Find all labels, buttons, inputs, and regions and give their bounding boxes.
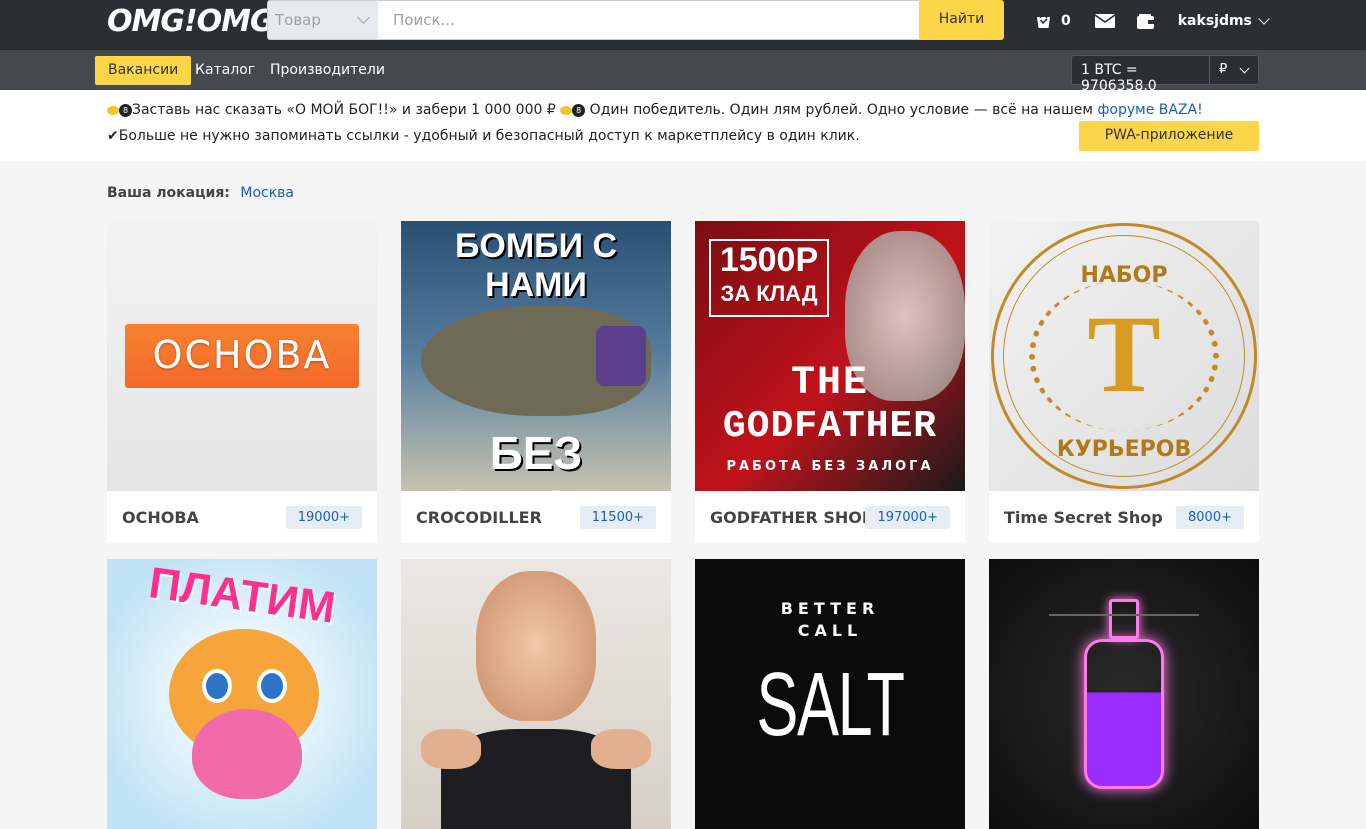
shop-image[interactable]	[989, 559, 1259, 829]
shop-name[interactable]: CROCODILLER	[416, 508, 542, 527]
nav-item-manufacturers[interactable]: Производители	[270, 56, 385, 85]
price-subtext: ЗА КЛАД	[720, 281, 818, 306]
announcement-line-1: 8 Заставь нас сказать «О МОЙ БОГ!!» и заб…	[107, 102, 1203, 118]
title-word-1: THE	[790, 361, 869, 406]
image-text-better: BETTER	[780, 599, 880, 618]
title-subtext: РАБОТА БЕЗ ЗАЛОГА	[726, 459, 934, 474]
location-label: Ваша локация:	[107, 185, 230, 201]
top-bar: OMG!OMG! Товар Поиск... Найти 0 kaksjdms	[0, 0, 1366, 50]
user-menu[interactable]: kaksjdms	[1178, 13, 1252, 29]
pwa-app-button[interactable]: PWA-приложение	[1079, 121, 1259, 151]
bottle-sparkle-line	[1049, 614, 1199, 616]
image-text-call: CALL	[797, 621, 863, 640]
shop-image[interactable]	[401, 559, 671, 829]
nav-bar: Вакансии Каталог Производители 1 BTC = 9…	[0, 50, 1366, 94]
shop-image[interactable]: БОМБИ С НАМИ БЕЗ ЗАЛОГА	[401, 221, 671, 491]
mail-icon[interactable]	[1094, 14, 1116, 28]
image-headline-top: БОМБИ С НАМИ	[454, 227, 618, 304]
cart-count: 0	[1061, 13, 1071, 29]
card-footer: ОСНОВА 19000+	[107, 491, 377, 543]
image-headline-bottom: БЕЗ ЗАЛОГА	[442, 427, 629, 491]
price-text: 1500Р	[719, 241, 819, 279]
announcement-banner: 8 Заставь нас сказать «О МОЙ БОГ!!» и заб…	[0, 90, 1366, 161]
shop-count-badge: 197000+	[865, 506, 950, 529]
lemon-icon	[560, 105, 573, 115]
wallet-icon[interactable]	[1136, 13, 1154, 29]
shop-card[interactable]: BETTER CALL SALT	[695, 559, 965, 829]
plane-engine-graphic	[596, 326, 646, 386]
shop-count-badge: 19000+	[285, 506, 362, 529]
search-button[interactable]: Найти	[919, 0, 1004, 40]
shop-name[interactable]: ОСНОВА	[122, 508, 199, 527]
shop-image[interactable]: ПЛАТИМ	[107, 559, 377, 829]
btc-rate: 1 BTC = 9706358.0	[1071, 55, 1210, 94]
face-graphic	[476, 571, 596, 721]
shop-card[interactable]: БОМБИ С НАМИ БЕЗ ЗАЛОГА CROCODILLER 1150…	[401, 221, 671, 543]
nav-item-catalog[interactable]: Каталог	[195, 56, 255, 85]
bottle-body-graphic	[1084, 639, 1164, 789]
search-input[interactable]: Поиск...	[378, 0, 920, 40]
shop-card[interactable]: 1500Р ЗА КЛАД THE GODFATHER РАБОТА БЕЗ З…	[695, 221, 965, 543]
shop-name[interactable]: GODFATHER SHOP	[710, 508, 874, 527]
site-logo[interactable]: OMG!OMG!	[107, 4, 287, 39]
checkmark-icon: ✔	[107, 128, 119, 144]
image-text-salt: SALT	[756, 655, 905, 755]
shop-count-badge: 8000+	[1176, 506, 1244, 529]
shop-count-badge: 11500+	[579, 506, 656, 529]
announcement-line-2: ✔Больше не нужно запоминать ссылки - удо…	[107, 128, 860, 144]
search-category-value: Товар	[275, 11, 321, 29]
card-footer: Time Secret Shop 8000+	[989, 491, 1259, 543]
cat-eye-right	[257, 669, 287, 703]
shop-card[interactable]	[989, 559, 1259, 829]
shop-image[interactable]: BETTER CALL SALT	[695, 559, 965, 829]
hand-right-graphic	[591, 729, 651, 769]
search-category-select[interactable]: Товар	[267, 0, 379, 40]
shop-card[interactable]: ОСНОВА ОСНОВА 19000+	[107, 221, 377, 543]
card-footer: GODFATHER SHOP 197000+	[695, 491, 965, 543]
title-word-2: GODFATHER	[722, 405, 938, 448]
header-icons: 0 kaksjdms	[1036, 12, 1270, 30]
location-row: Ваша локация: Москва	[107, 185, 294, 201]
lemon-icon	[107, 105, 119, 115]
cat-eye-left	[202, 669, 232, 703]
shop-card[interactable]: ПЛАТИМ	[107, 559, 377, 829]
shop-image[interactable]: НАБОР Т КУРЬЕРОВ	[989, 221, 1259, 491]
badge-word-bottom: КУРЬЕРОВ	[1056, 437, 1192, 462]
forum-link[interactable]: форуме BAZA!	[1097, 102, 1202, 118]
shop-image[interactable]: 1500Р ЗА КЛАД THE GODFATHER РАБОТА БЕЗ З…	[695, 221, 965, 491]
eight-ball-icon: 8	[119, 103, 132, 117]
eight-ball-icon: 8	[572, 103, 586, 117]
card-footer: CROCODILLER 11500+	[401, 491, 671, 543]
shop-name[interactable]: Time Secret Shop	[1004, 508, 1163, 527]
shop-logo-text: ОСНОВА	[152, 333, 332, 377]
shopping-bag-icon[interactable]	[1036, 12, 1051, 29]
chevron-down-icon	[357, 11, 370, 24]
image-headline-top: ПЛАТИМ	[145, 559, 339, 633]
shop-card[interactable]	[401, 559, 671, 829]
chevron-down-icon	[1239, 63, 1250, 74]
bottle-neck-graphic	[1109, 599, 1139, 639]
announcement-text-1: Заставь нас сказать «О МОЙ БОГ!!» и забе…	[132, 102, 556, 118]
shop-image[interactable]: ОСНОВА	[107, 221, 377, 491]
badge-letter: Т	[1087, 293, 1161, 415]
chevron-down-icon[interactable]	[1258, 13, 1270, 25]
badge-word-top: НАБОР	[1080, 263, 1168, 288]
currency-select[interactable]: ₽	[1209, 55, 1259, 85]
hand-left-graphic	[421, 729, 481, 769]
announcement-text-2: Один победитель. Один лям рублей. Одно у…	[589, 102, 1093, 118]
currency-value: ₽	[1219, 62, 1228, 77]
shop-card[interactable]: НАБОР Т КУРЬЕРОВ Time Secret Shop 8000+	[989, 221, 1259, 543]
heart-graphic	[192, 709, 302, 799]
announcement-text-3: Больше не нужно запоминать ссылки - удоб…	[118, 128, 860, 144]
nav-item-vacancies[interactable]: Вакансии	[95, 56, 192, 85]
location-value[interactable]: Москва	[240, 185, 294, 201]
